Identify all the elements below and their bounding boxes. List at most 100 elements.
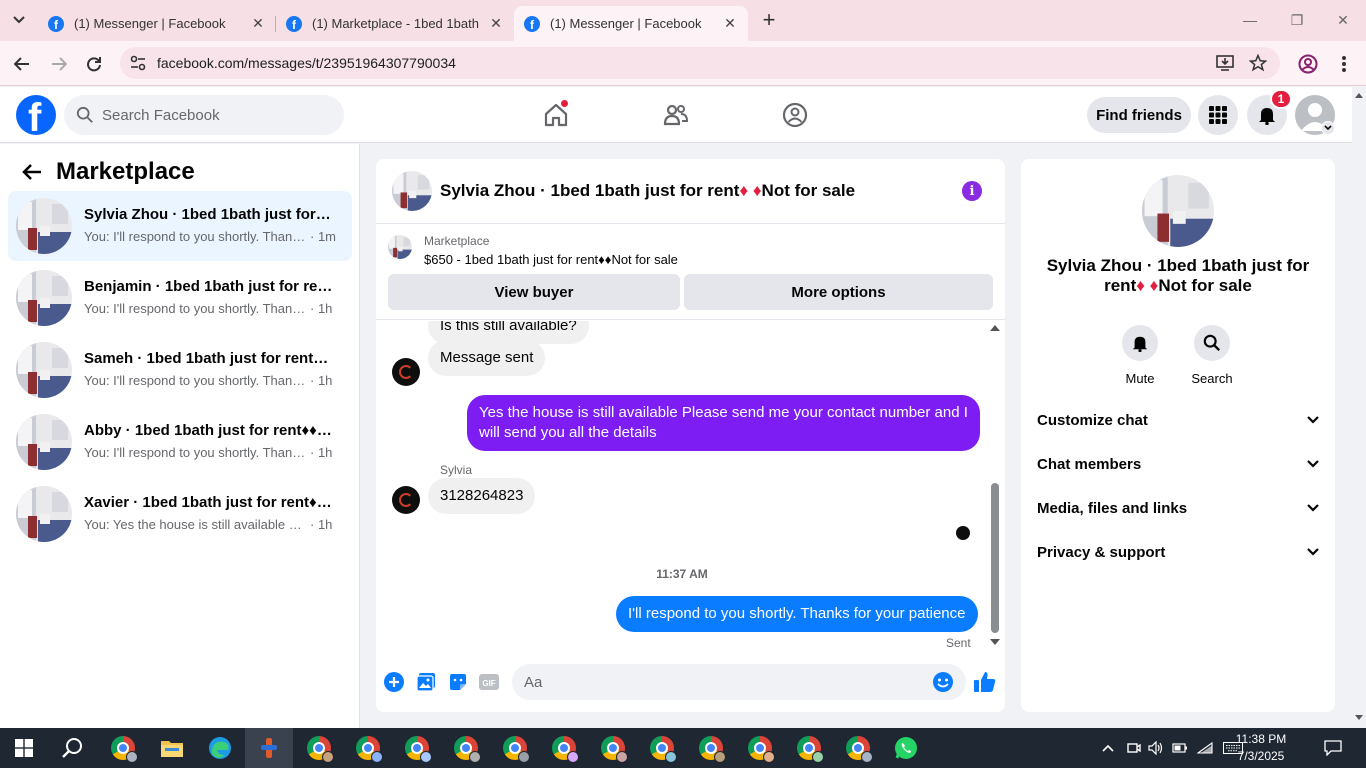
conversation-item[interactable]: Benjamin · 1bed 1bath just for rent♦♦Not… [8, 263, 352, 333]
browser-tab-marketplace[interactable]: f (1) Marketplace - 1bed 1bath ju ✕ [276, 6, 514, 41]
close-tab-icon[interactable]: ✕ [250, 15, 266, 32]
bookmark-star-icon[interactable] [1248, 53, 1268, 73]
listing-title[interactable]: $650 - 1bed 1bath just for rent♦♦Not for… [424, 252, 678, 267]
profile-button[interactable] [1297, 53, 1319, 75]
listing-thumbnail[interactable] [388, 235, 412, 259]
url-text[interactable]: facebook.com/messages/t/2395196430779003… [157, 55, 456, 71]
taskbar-chrome-profile[interactable] [834, 728, 882, 768]
taskbar-file-explorer[interactable] [148, 728, 196, 768]
conversation-item[interactable]: Sameh · 1bed 1bath just for rent♦♦Not fo… [8, 335, 352, 405]
attach-photo-button[interactable] [415, 671, 437, 693]
taskbar-chrome-profile[interactable] [785, 728, 833, 768]
facebook-logo[interactable]: f [16, 95, 56, 135]
sender-avatar[interactable] [392, 358, 420, 386]
taskbar-chrome-profile[interactable] [344, 728, 392, 768]
facebook-search-input[interactable]: Search Facebook [64, 95, 344, 135]
browser-tab-messenger-active[interactable]: f (1) Messenger | Facebook ✕ [514, 6, 748, 41]
page-scrollbar[interactable] [1352, 87, 1366, 728]
scroll-up-arrow[interactable] [1355, 93, 1363, 98]
sender-avatar[interactable] [392, 486, 420, 514]
conversation-info-button[interactable]: i [962, 181, 982, 201]
menu-button[interactable] [1198, 95, 1238, 135]
facebook-favicon-icon: f [524, 15, 540, 32]
message-input[interactable]: Aa [512, 664, 966, 700]
taskbar-chrome-profile[interactable] [638, 728, 686, 768]
taskbar-search-button[interactable] [48, 728, 96, 768]
conversation-item[interactable]: Sylvia Zhou · 1bed 1bath just for rent♦♦… [8, 191, 352, 261]
taskbar-chrome-profile[interactable] [736, 728, 784, 768]
find-friends-button[interactable]: Find friends [1087, 97, 1191, 133]
info-section-media-files-and-links[interactable]: Media, files and links [1037, 490, 1319, 526]
reload-button[interactable] [83, 53, 105, 75]
restore-button[interactable]: ❐ [1285, 8, 1309, 32]
contact-name: Sylvia Zhou · 1bed 1bath just for rent♦ … [1037, 256, 1319, 296]
taskbar-chrome-profile[interactable] [442, 728, 490, 768]
browser-menu-button[interactable] [1333, 53, 1355, 75]
taskbar-chrome-profile[interactable] [589, 728, 637, 768]
friends-nav-button[interactable] [660, 99, 692, 131]
mute-button[interactable]: Mute [1100, 325, 1180, 386]
window-close-button[interactable]: ✕ [1331, 8, 1355, 32]
view-buyer-button[interactable]: View buyer [388, 274, 680, 310]
sticker-button[interactable] [447, 671, 469, 693]
battery-icon[interactable] [1170, 728, 1190, 768]
forward-button[interactable] [48, 53, 70, 75]
more-options-button[interactable]: More options [684, 274, 993, 310]
start-button[interactable] [0, 728, 48, 768]
browser-tab-messenger-1[interactable]: f (1) Messenger | Facebook ✕ [38, 6, 276, 41]
thread-scrollbar[interactable] [988, 321, 1002, 651]
send-like-button[interactable] [972, 669, 998, 695]
back-button[interactable] [11, 53, 33, 75]
tray-meet-icon[interactable] [1124, 728, 1144, 768]
address-bar[interactable]: facebook.com/messages/t/2395196430779003… [120, 47, 1280, 79]
home-nav-button[interactable] [540, 99, 572, 131]
taskbar-chrome-profile[interactable] [295, 728, 343, 768]
conversation-item[interactable]: Abby · 1bed 1bath just for rent♦♦Not for… [8, 407, 352, 477]
message-outgoing: I'll respond to you shortly. Thanks for … [616, 596, 978, 632]
groups-nav-button[interactable] [779, 99, 811, 131]
search-in-conversation-button[interactable]: Search [1172, 325, 1252, 386]
edge-icon [209, 737, 231, 759]
taskbar-whatsapp[interactable] [882, 728, 930, 768]
close-tab-icon[interactable]: ✕ [722, 15, 738, 32]
room-photo-avatar [16, 414, 72, 470]
taskbar-chrome-profile[interactable] [393, 728, 441, 768]
install-app-icon[interactable] [1215, 53, 1235, 73]
chat-title[interactable]: Sylvia Zhou · 1bed 1bath just for rent♦ … [440, 181, 855, 201]
scroll-down-arrow[interactable] [1355, 715, 1363, 720]
taskbar-edge[interactable] [196, 728, 244, 768]
chat-avatar[interactable] [392, 171, 432, 211]
info-section-privacy-support[interactable]: Privacy & support [1037, 534, 1319, 570]
show-hidden-icons-button[interactable] [1098, 728, 1118, 768]
notification-center-button[interactable] [1320, 728, 1346, 768]
wifi-icon[interactable] [1194, 728, 1216, 768]
info-section-chat-members[interactable]: Chat members [1037, 446, 1319, 482]
tab-search-button[interactable] [8, 9, 30, 31]
close-tab-icon[interactable]: ✕ [488, 15, 504, 32]
taskbar-chrome-profile[interactable] [540, 728, 588, 768]
taskbar-active-app[interactable] [245, 728, 293, 768]
mute-label: Mute [1125, 371, 1155, 386]
chrome-icon [601, 736, 628, 763]
volume-button[interactable] [1146, 728, 1166, 768]
more-actions-button[interactable] [383, 671, 405, 693]
gif-button[interactable]: GIF [478, 671, 500, 693]
account-caret[interactable] [1321, 121, 1335, 135]
contact-avatar[interactable] [1142, 175, 1214, 247]
conversation-item[interactable]: Xavier · 1bed 1bath just for rent♦♦Not f… [8, 479, 352, 549]
info-section-customize-chat[interactable]: Customize chat [1037, 402, 1319, 438]
message-thread[interactable]: Is this still available? Message sent Ye… [376, 321, 1005, 651]
taskbar-chrome-profile[interactable] [687, 728, 735, 768]
new-tab-button[interactable]: + [758, 7, 780, 32]
scroll-up-arrow[interactable] [990, 325, 1000, 331]
system-clock[interactable]: 11:38 PM 7/3/2025 [1229, 731, 1293, 765]
taskbar-chrome-profile[interactable] [491, 728, 539, 768]
message-outgoing: Yes the house is still available Please … [467, 395, 980, 451]
back-to-chats-button[interactable] [16, 156, 48, 188]
minimize-button[interactable]: — [1238, 8, 1262, 32]
emoji-button[interactable] [932, 671, 954, 693]
scroll-thumb[interactable] [991, 483, 999, 633]
scroll-down-arrow[interactable] [990, 639, 1000, 645]
site-info-icon[interactable] [128, 53, 148, 73]
taskbar-chrome[interactable] [99, 728, 147, 768]
